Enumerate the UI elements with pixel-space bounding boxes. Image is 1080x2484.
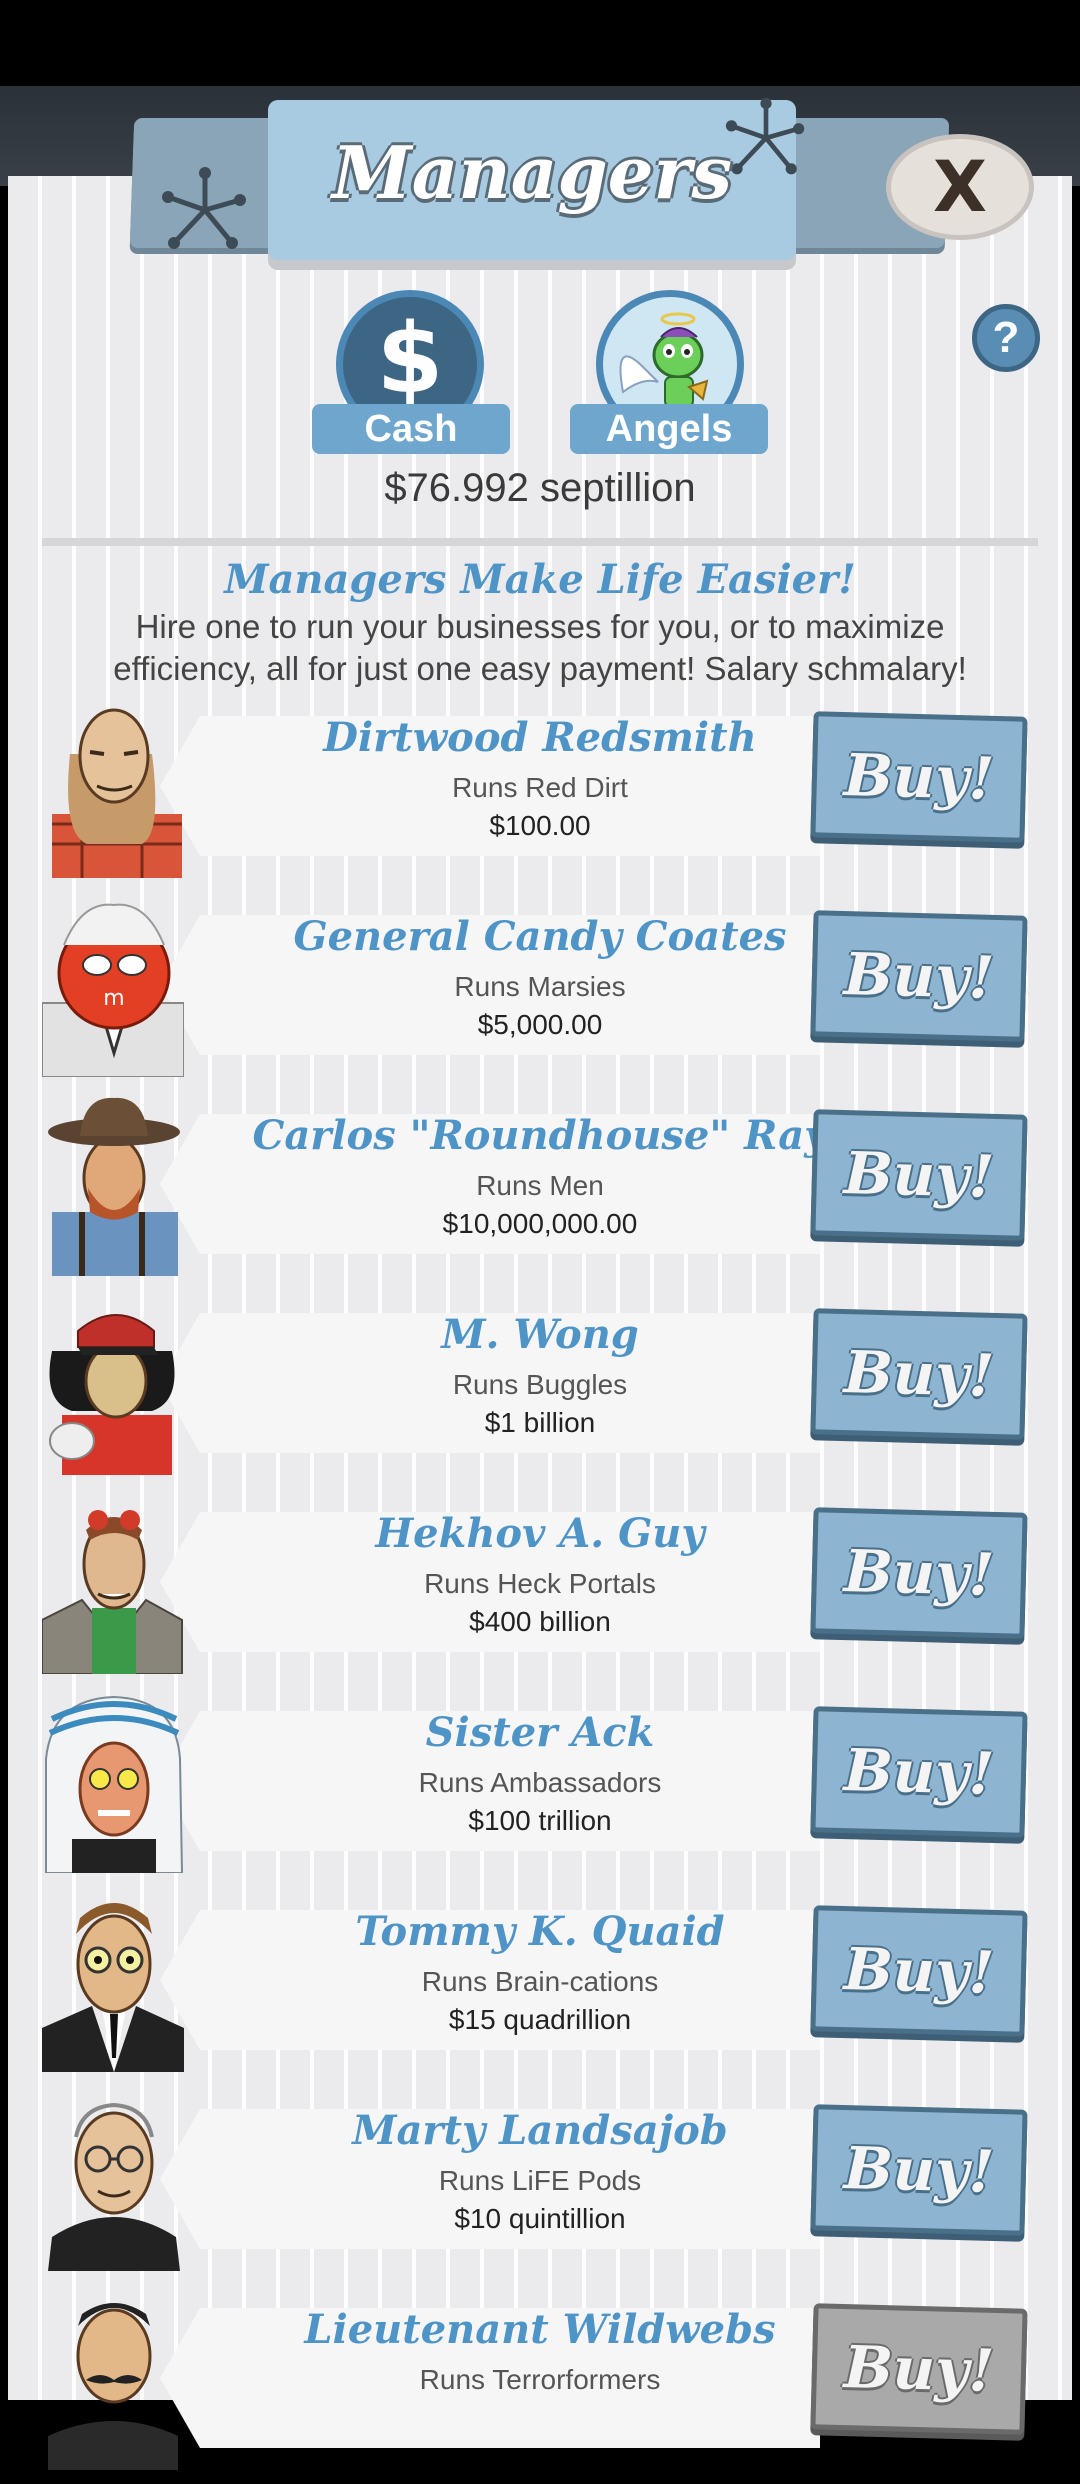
manager-avatar: m (42, 903, 184, 1077)
manager-business: Runs Ambassadors (418, 1767, 662, 1798)
list-item: Hekhov A. Guy Runs Heck Portals $400 bil… (0, 1490, 1080, 1688)
list-item: m General Candy Coates Runs Marsies $5,0… (0, 893, 1080, 1091)
manager-cost: $1 billion (484, 1407, 596, 1438)
buy-button[interactable]: Buy! (810, 1109, 1028, 1241)
list-item: Dirtwood Redsmith Runs Red Dirt $100.00 … (0, 694, 1080, 892)
manager-name: General Candy Coates (293, 913, 787, 960)
list-item: Carlos "Roundhouse" Ray Runs Men $10,000… (0, 1092, 1080, 1290)
list-item: Sister Ack Runs Ambassadors $100 trillio… (0, 1689, 1080, 1887)
manager-avatar (45, 1695, 184, 1873)
buy-button[interactable]: Buy! (810, 910, 1028, 1042)
close-icon: X (933, 146, 987, 228)
buy-label: Buy! (842, 1139, 996, 1211)
buy-label: Buy! (842, 1935, 996, 2007)
intro-text: Hire one to run your businesses for you,… (113, 608, 967, 687)
buy-label: Buy! (842, 1338, 996, 1410)
list-item: Marty Landsajob Runs LiFE Pods $10 quint… (0, 2087, 1080, 2285)
buy-label: Buy! (842, 940, 996, 1012)
question-icon: ? (992, 313, 1020, 362)
buy-label: Buy! (842, 1537, 996, 1609)
manager-business: Runs Buggles (452, 1369, 628, 1400)
manager-avatar (52, 708, 182, 878)
manager-avatar (48, 1097, 180, 1276)
manager-avatar (42, 1510, 183, 1674)
buy-label: Buy! (842, 2333, 996, 2405)
manager-cost: $5,000.00 (477, 1009, 603, 1040)
buy-label: Buy! (842, 741, 996, 813)
manager-name: Tommy K. Quaid (355, 1908, 725, 1955)
intro-title: Managers Make Life Easier! (224, 556, 856, 603)
manager-name: Marty Landsajob (352, 2107, 728, 2154)
manager-cost: $10,000,000.00 (442, 1208, 638, 1239)
manager-cost: $100 trillion (468, 1805, 612, 1836)
buy-button[interactable]: Buy! (810, 2303, 1028, 2435)
manager-name: Sister Ack (425, 1709, 655, 1756)
buy-button[interactable]: Buy! (810, 1706, 1028, 1838)
balance-amount: $76.992 septillion (384, 466, 696, 510)
list-item: M. Wong Runs Buggles $1 billion Buy! (0, 1291, 1080, 1489)
manager-business: Runs LiFE Pods (438, 2165, 642, 2196)
list-item: Tommy K. Quaid Runs Brain-cations $15 qu… (0, 1888, 1080, 2086)
manager-name: Lieutenant Wildwebs (304, 2306, 776, 2353)
manager-business: Runs Red Dirt (452, 772, 628, 803)
manager-cost: $10 quintillion (454, 2203, 626, 2234)
manager-business: Runs Marsies (454, 971, 626, 1002)
close-button[interactable]: X (886, 134, 1034, 240)
manager-business: Runs Terrorformers (419, 2364, 661, 2395)
list-item: Lieutenant Wildwebs Runs Terrorformers B… (0, 2286, 1080, 2484)
divider (42, 538, 1038, 546)
buy-button[interactable]: Buy! (810, 2104, 1028, 2236)
manager-name: Carlos "Roundhouse" Ray (252, 1112, 828, 1159)
manager-cost: $100.00 (489, 810, 591, 841)
manager-avatar (48, 2102, 180, 2271)
buy-button[interactable]: Buy! (810, 1308, 1028, 1440)
manager-name: Dirtwood Redsmith (323, 714, 757, 761)
dollar-icon: $ (376, 303, 444, 415)
manager-business: Runs Brain-cations (421, 1966, 659, 1997)
manager-business: Runs Men (476, 1170, 604, 1201)
buy-button[interactable]: Buy! (810, 1905, 1028, 2037)
manager-name: Hekhov A. Guy (375, 1510, 705, 1557)
manager-name: M. Wong (441, 1311, 639, 1358)
buy-label: Buy! (842, 2134, 996, 2206)
manager-avatar (42, 1903, 184, 2072)
manager-cost: $15 quadrillion (448, 2004, 632, 2035)
angels-tab-label[interactable]: Angels (570, 404, 768, 454)
buy-button[interactable]: Buy! (810, 711, 1028, 843)
svg-text:m: m (103, 986, 124, 1011)
manager-avatar (48, 2303, 178, 2470)
manager-business: Runs Heck Portals (424, 1568, 656, 1599)
buy-label: Buy! (842, 1736, 996, 1808)
help-button[interactable]: ? (972, 304, 1040, 372)
status-bar (0, 0, 1080, 86)
page-title: Managers (332, 130, 732, 215)
star-icon (162, 167, 246, 249)
cash-tab-label[interactable]: Cash (312, 404, 510, 454)
manager-cost: $400 billion (469, 1606, 611, 1637)
buy-button[interactable]: Buy! (810, 1507, 1028, 1639)
manager-avatar (49, 1314, 175, 1475)
